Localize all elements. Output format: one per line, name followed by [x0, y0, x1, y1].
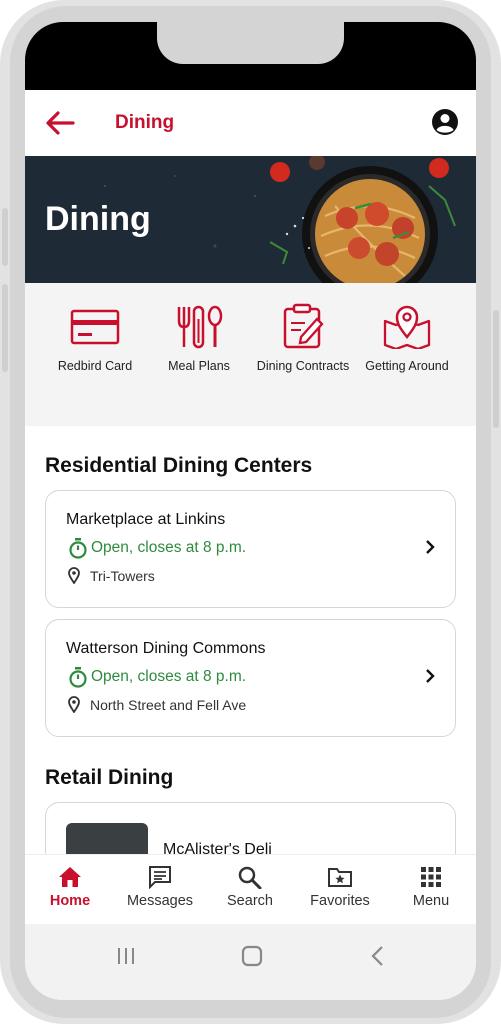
quick-link-dining-contracts[interactable]: Dining Contracts: [253, 303, 353, 374]
section-title-residential: Residential Dining Centers: [45, 454, 313, 477]
chevron-right-icon: [426, 540, 435, 554]
section-title-retail: Retail Dining: [45, 766, 174, 789]
nav-label: Messages: [126, 893, 194, 909]
dining-center-card[interactable]: Watterson Dining Commons Open, closes at…: [45, 619, 456, 737]
hero-banner: Dining: [25, 156, 476, 283]
message-icon: [149, 866, 171, 889]
utensils-icon: [177, 305, 223, 349]
account-circle-icon: [432, 109, 458, 135]
open-status: Open, closes at 8 p.m.: [68, 537, 246, 559]
nav-label: Menu: [412, 893, 450, 909]
location-pin-icon: [68, 696, 80, 713]
folder-star-icon: [328, 868, 352, 887]
system-nav-bar: [25, 924, 476, 1000]
quick-link-meal-plans[interactable]: Meal Plans: [149, 303, 249, 374]
quick-link-label: Dining Contracts: [256, 359, 350, 373]
chevron-right-icon: [426, 669, 435, 683]
account-button[interactable]: [431, 108, 459, 136]
nav-menu[interactable]: Menu: [386, 865, 476, 909]
quick-link-label: Redbird Card: [57, 359, 133, 373]
stopwatch-icon: [69, 667, 87, 688]
quick-link-redbird-card[interactable]: Redbird Card: [45, 303, 145, 374]
quick-links: Redbird Card Meal Plans Dining Contracts: [25, 283, 476, 426]
location: Tri-Towers: [68, 567, 155, 584]
quick-link-label: Getting Around: [365, 359, 449, 373]
map-pin-icon: [383, 305, 431, 349]
grid-icon: [421, 867, 441, 887]
volume-down-button: [2, 284, 8, 372]
location-pin-icon: [68, 567, 80, 584]
search-icon: [238, 866, 262, 889]
screen: Dining Dining Redbird Card Meal Plans Di…: [25, 22, 476, 1000]
nav-favorites[interactable]: Favorites: [295, 865, 385, 909]
nav-label: Home: [49, 893, 91, 909]
open-status-text: Open, closes at 8 p.m.: [91, 539, 247, 556]
system-back-icon[interactable]: [363, 944, 393, 968]
location: North Street and Fell Ave: [68, 696, 246, 713]
recent-apps-icon[interactable]: [111, 944, 141, 968]
page-title: Dining: [115, 112, 175, 133]
quick-link-getting-around[interactable]: Getting Around: [357, 303, 457, 374]
home-button-icon[interactable]: [237, 944, 267, 968]
nav-messages[interactable]: Messages: [115, 865, 205, 909]
arrow-left-icon: [46, 111, 75, 135]
dining-center-name: Marketplace at Linkins: [66, 511, 226, 528]
credit-card-icon: [70, 309, 120, 345]
nav-label: Search: [227, 893, 273, 909]
app-bar: Dining: [25, 90, 476, 156]
quick-link-label: Meal Plans: [168, 359, 230, 373]
home-icon: [59, 867, 81, 887]
location-text: Tri-Towers: [90, 567, 155, 584]
nav-label: Favorites: [310, 893, 370, 909]
volume-up-button: [2, 208, 8, 266]
clipboard-pen-icon: [283, 303, 324, 349]
bottom-nav: Home Messages Search Favorites Menu: [25, 854, 476, 924]
status-bar: [25, 22, 476, 90]
open-status-text: Open, closes at 8 p.m.: [91, 668, 247, 685]
power-button: [493, 310, 499, 428]
back-button[interactable]: [43, 106, 77, 140]
open-status: Open, closes at 8 p.m.: [68, 666, 246, 688]
hero-title: Dining: [45, 200, 151, 238]
dining-center-card[interactable]: Marketplace at Linkins Open, closes at 8…: [45, 490, 456, 608]
dining-center-name: Watterson Dining Commons: [66, 640, 266, 657]
nav-search[interactable]: Search: [205, 865, 295, 909]
location-text: North Street and Fell Ave: [90, 696, 247, 713]
nav-home[interactable]: Home: [25, 865, 115, 909]
stopwatch-icon: [69, 538, 87, 559]
notch: [157, 22, 344, 64]
